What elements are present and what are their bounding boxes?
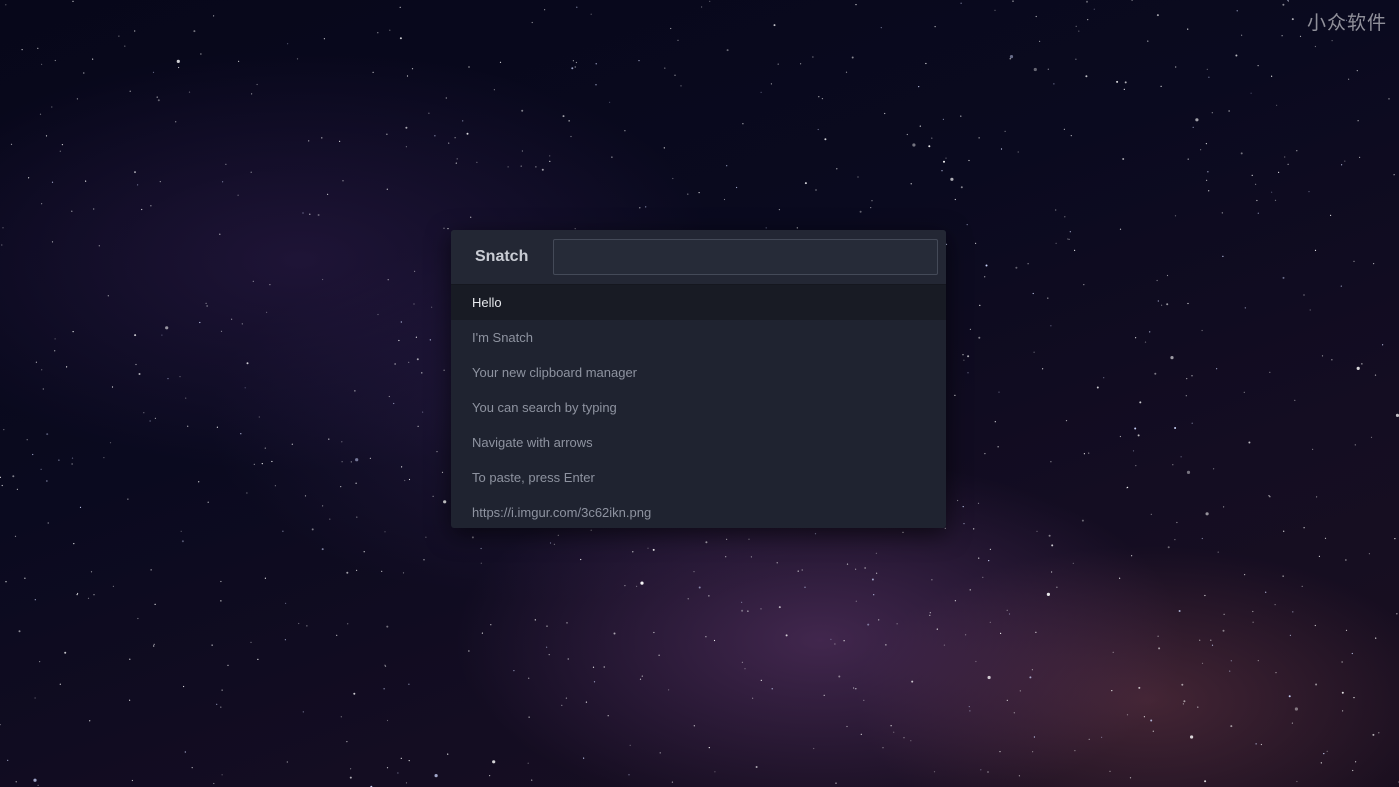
- app-title: Snatch: [475, 248, 529, 265]
- clipboard-list: Hello I'm Snatch Your new clipboard mana…: [451, 285, 946, 528]
- clipboard-item[interactable]: To paste, press Enter: [451, 460, 946, 495]
- search-input[interactable]: [553, 239, 938, 275]
- clipboard-item[interactable]: Your new clipboard manager: [451, 355, 946, 390]
- snatch-header: Snatch: [451, 230, 946, 285]
- clipboard-item[interactable]: You can search by typing: [451, 390, 946, 425]
- clipboard-item[interactable]: I'm Snatch: [451, 320, 946, 355]
- clipboard-item[interactable]: Navigate with arrows: [451, 425, 946, 460]
- snatch-window: Snatch Hello I'm Snatch Your new clipboa…: [451, 230, 946, 528]
- clipboard-item[interactable]: https://i.imgur.com/3c62ikn.png: [451, 495, 946, 528]
- clipboard-item[interactable]: Hello: [451, 285, 946, 320]
- watermark: 小众软件: [1306, 12, 1387, 34]
